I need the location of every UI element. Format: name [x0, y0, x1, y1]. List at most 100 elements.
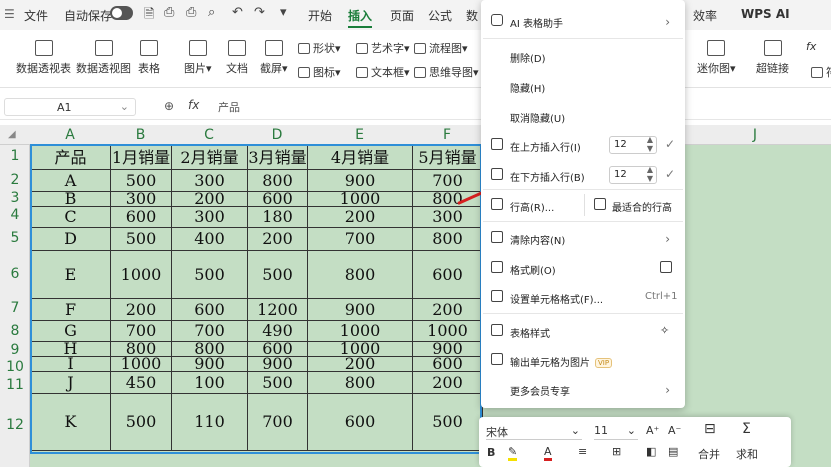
sparkline-button[interactable]: 迷你图▾ — [697, 40, 736, 76]
formula-content[interactable]: 产品 — [218, 99, 240, 115]
row-header-7[interactable]: 7 — [0, 300, 30, 316]
function-button[interactable]: fx — [806, 40, 816, 53]
merge-button[interactable]: 合并 — [698, 446, 720, 462]
column-header-j[interactable]: J — [735, 125, 775, 145]
decrease-font-icon[interactable]: A⁻ — [668, 424, 681, 437]
row-header-2[interactable]: 2 — [0, 172, 30, 188]
undo-icon[interactable]: ↶ — [232, 5, 243, 20]
tab-formula[interactable]: 公式 — [428, 7, 452, 24]
tab-page[interactable]: 页面 — [390, 7, 414, 24]
menu-item-format-painter[interactable]: 格式刷(O) — [510, 262, 556, 277]
menu-item-hide[interactable]: 隐藏(H) — [510, 80, 545, 95]
menu-item-delete[interactable]: 删除(D) — [510, 50, 546, 65]
align-icon[interactable]: ≡ — [578, 445, 587, 458]
fx-icon[interactable]: fx — [188, 98, 199, 112]
hamburger-icon[interactable]: ☰ — [4, 7, 15, 21]
font-color-button[interactable]: A — [544, 445, 552, 461]
stepper-icon[interactable]: ▲ ▼ — [647, 135, 653, 153]
menu-item-unhide[interactable]: 取消隐藏(U) — [510, 110, 565, 125]
menu-file[interactable]: 文件 — [24, 7, 48, 24]
screenshot-icon — [264, 40, 283, 56]
shape-button[interactable]: 形状▾ — [298, 40, 341, 56]
row-header-8[interactable]: 8 — [0, 323, 30, 339]
textbox-icon — [356, 67, 368, 78]
export-image-icon — [491, 353, 503, 365]
menu-bar: ☰ 文件 自动保存 🗎 ⎙ ⎙ ⌕ ↶ ↷ ▾ 开始 插入 页面 公式 数 效率… — [0, 0, 831, 30]
highlight-icon[interactable]: ✎ — [508, 445, 518, 461]
sum-button[interactable]: 求和 — [736, 446, 758, 462]
menu-item-more-member[interactable]: 更多会员专享 › — [510, 383, 670, 398]
row-header-6[interactable]: 6 — [0, 266, 30, 282]
menu-separator — [483, 221, 683, 222]
art-text-button[interactable]: 艺术字▾ — [356, 40, 410, 56]
column-header-b[interactable]: B — [110, 125, 171, 145]
tab-insert[interactable]: 插入 — [348, 7, 372, 24]
doc-button[interactable]: 文档 — [226, 40, 248, 76]
textbox-button[interactable]: 文本框▾ — [356, 64, 410, 80]
column-header-c[interactable]: C — [171, 125, 247, 145]
export-pdf-icon[interactable]: ⎙ — [164, 5, 174, 20]
row-header-12[interactable]: 12 — [0, 417, 30, 433]
borders-icon[interactable]: ⊞ — [612, 445, 621, 458]
column-header-f[interactable]: F — [412, 125, 482, 145]
format-painter-quick-icon[interactable] — [660, 261, 672, 273]
row-header-1[interactable]: 1 — [0, 148, 30, 164]
tab-home[interactable]: 开始 — [308, 7, 332, 24]
menu-item-ai-assistant[interactable]: AI 表格助手 › — [510, 15, 670, 30]
save-icon[interactable]: 🗎 — [144, 5, 154, 27]
tab-efficiency[interactable]: 效率 — [693, 7, 717, 24]
print-preview-icon[interactable]: ⌕ — [208, 5, 215, 20]
merge-icon: ⊟ — [704, 421, 716, 437]
row-header-3[interactable]: 3 — [0, 190, 30, 206]
symbol-button[interactable]: 符 — [811, 64, 831, 80]
font-name-select[interactable]: 宋体 ⌄ — [486, 424, 582, 440]
row-header-11[interactable]: 11 — [0, 377, 30, 393]
bold-button[interactable]: B — [487, 446, 495, 459]
select-all-corner[interactable]: ◢ — [8, 129, 16, 140]
row-header-5[interactable]: 5 — [0, 230, 30, 246]
stepper-icon[interactable]: ▲ ▼ — [647, 165, 653, 183]
sparkline-icon — [707, 40, 726, 56]
name-box[interactable]: A1 ⌄ — [4, 98, 136, 116]
confirm-check-icon[interactable]: ✓ — [665, 167, 675, 181]
flowchart-button[interactable]: 流程图▾ — [414, 40, 468, 56]
increase-font-icon[interactable]: A⁺ — [646, 424, 659, 437]
menu-item-row-height[interactable]: 行高(R)... — [510, 199, 554, 214]
column-header-d[interactable]: D — [247, 125, 307, 145]
pivot-table-button[interactable]: 数据透视表 — [16, 40, 71, 76]
font-size-select[interactable]: 11 ⌄ — [594, 424, 638, 440]
screenshot-button[interactable]: 截屏▾ — [260, 40, 288, 76]
column-header-a[interactable]: A — [30, 125, 110, 145]
menu-item-table-style[interactable]: 表格样式 — [510, 325, 550, 340]
menu-item-export-image[interactable]: 输出单元格为图片 VIP — [510, 354, 613, 369]
insert-above-count-input[interactable]: 12 ▲ ▼ — [609, 135, 657, 154]
menu-item-clear[interactable]: 清除内容(N) › — [510, 232, 670, 247]
row-header-10[interactable]: 10 — [0, 359, 30, 375]
confirm-check-icon[interactable]: ✓ — [665, 137, 675, 151]
insert-below-count-input[interactable]: 12 ▲ ▼ — [609, 165, 657, 184]
chevron-down-icon[interactable]: ⌄ — [120, 100, 129, 113]
menu-item-insert-above[interactable]: 在上方插入行(I) — [510, 139, 581, 154]
hyperlink-button[interactable]: 超链接 — [756, 40, 789, 76]
tab-data[interactable]: 数 — [466, 7, 478, 24]
picture-button[interactable]: 图片▾ — [184, 40, 212, 76]
row-header-4[interactable]: 4 — [0, 207, 30, 223]
menu-item-format-cells[interactable]: 设置单元格格式(F)... — [510, 291, 603, 306]
redo-icon[interactable]: ↷ — [254, 5, 265, 20]
icon-button[interactable]: 图标▾ — [298, 64, 341, 80]
autosave-toggle[interactable] — [110, 6, 133, 20]
menu-item-insert-below[interactable]: 在下方插入行(B) — [510, 169, 585, 184]
zoom-icon[interactable]: ⊕ — [164, 99, 174, 113]
print-icon[interactable]: ⎙ — [186, 5, 196, 20]
column-header-e[interactable]: E — [307, 125, 412, 145]
row-header-9[interactable]: 9 — [0, 342, 30, 358]
mindmap-button[interactable]: 思维导图▾ — [414, 64, 479, 80]
quick-access-dropdown-icon[interactable]: ▾ — [280, 5, 287, 20]
fill-icon[interactable]: ◧ — [646, 445, 656, 458]
table-button[interactable]: 表格 — [138, 40, 160, 76]
cell-style-icon[interactable]: ▤ — [668, 445, 678, 458]
pivot-chart-button[interactable]: 数据透视图 — [76, 40, 131, 76]
tab-wps-ai[interactable]: WPS AI — [741, 7, 790, 21]
menu-item-best-fit-height[interactable]: 最适合的行高 — [612, 199, 672, 214]
magic-wand-icon[interactable]: ✧ — [660, 324, 672, 337]
